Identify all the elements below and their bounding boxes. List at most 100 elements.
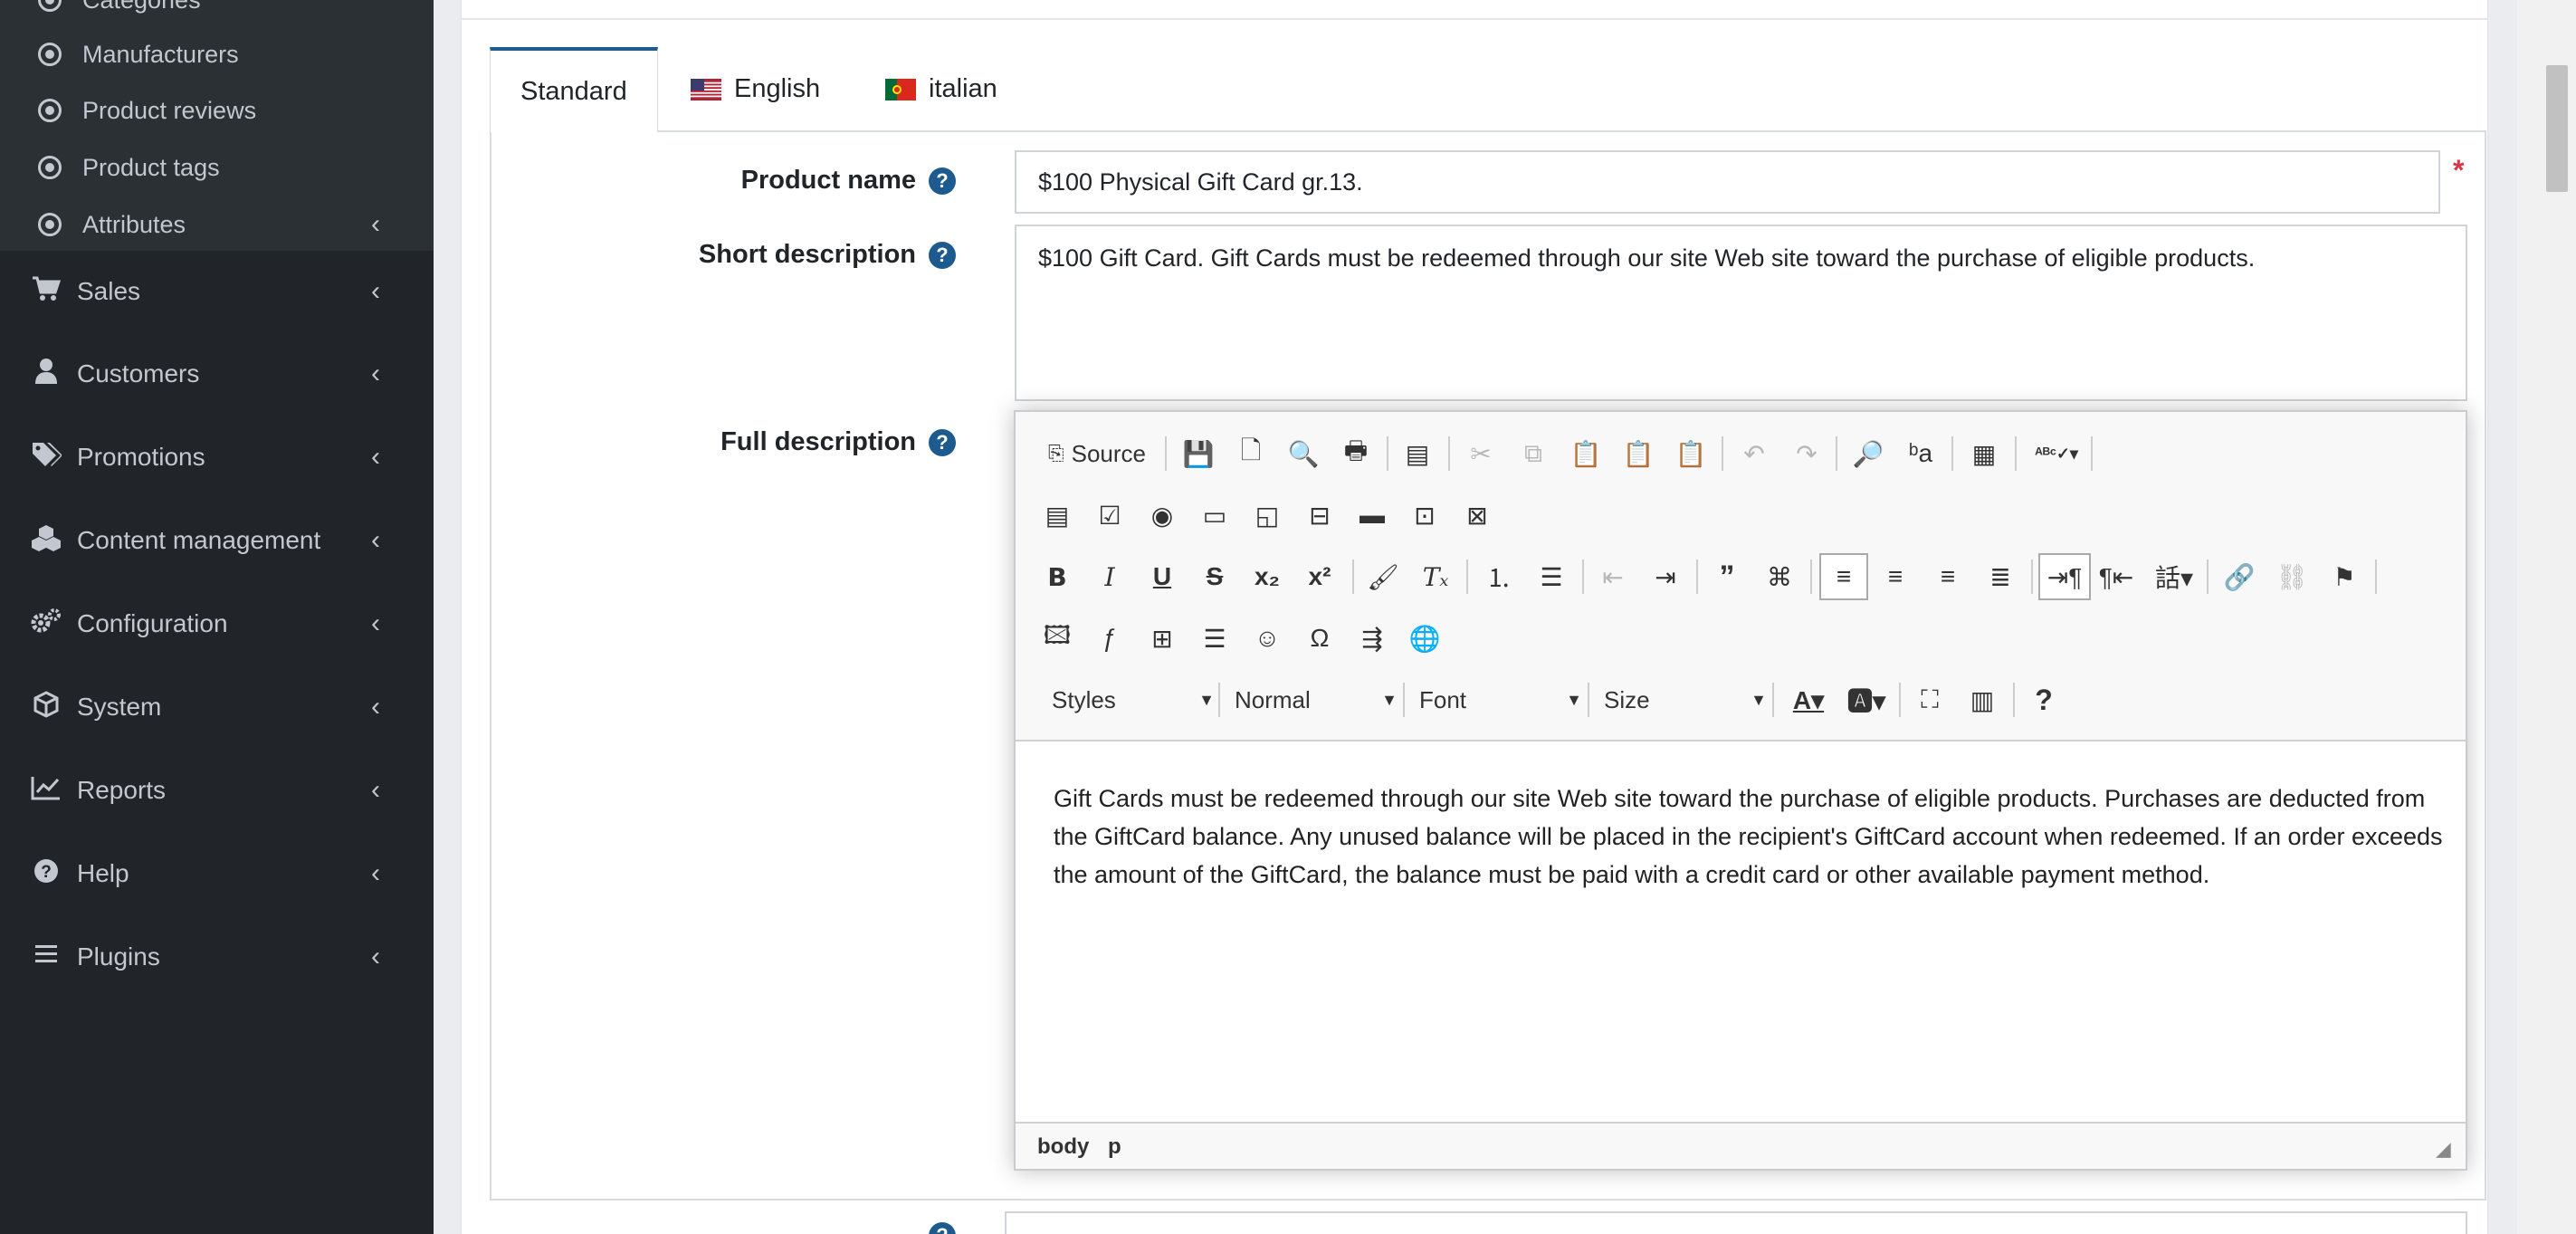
sidebar-item-label: Promotions [77,443,205,471]
hidden-field-icon[interactable]: ⊠ [1455,493,1499,537]
bulleted-list-icon[interactable]: ☰ [1530,555,1573,598]
background-color-icon[interactable]: 🅰▾ [1839,678,1894,722]
sidebar-item-customers[interactable]: Customers ‹ [0,333,434,415]
editor-content-area[interactable]: Gift Cards must be redeemed through our … [1016,741,2466,1122]
replace-icon[interactable]: ᵇa [1899,432,1942,475]
tab-english[interactable]: English [691,47,820,130]
templates-icon[interactable]: ▤ [1396,432,1439,475]
div-container-icon[interactable]: ⌘ [1758,555,1801,598]
short-description-textarea[interactable]: $100 Gift Card. Gift Cards must be redee… [1015,225,2467,401]
align-right-icon[interactable]: ≡ [1926,555,1970,598]
sidebar-item-sales[interactable]: Sales ‹ [0,251,434,332]
italic-icon[interactable]: I [1088,555,1131,598]
image-button-icon[interactable]: ⊡ [1403,493,1446,537]
language-icon[interactable]: 話▾ [2147,555,2201,598]
text-direction-rtl-icon[interactable]: ¶⇤ [2094,555,2138,598]
redo-icon[interactable]: ↷ [1785,432,1828,475]
undo-icon[interactable]: ↶ [1732,432,1776,475]
align-left-icon[interactable]: ≡ [1819,553,1868,600]
format-dropdown[interactable]: Normal ▼ [1235,678,1398,722]
button-field-icon[interactable]: ▬ [1350,493,1394,537]
table-icon[interactable]: ⊞ [1140,617,1184,660]
sidebar-item-system[interactable]: System ‹ [0,666,434,748]
sidebar-item-configuration[interactable]: Configuration ‹ [0,583,434,665]
select-all-icon[interactable]: ▦ [1962,432,2006,475]
tab-italian[interactable]: italian [885,47,997,130]
source-button[interactable]: ⎘ Source [1043,432,1151,475]
page-break-icon[interactable]: ⇶ [1350,617,1394,660]
subscript-icon[interactable]: x₂ [1245,555,1289,598]
help-icon[interactable]: ? [929,429,956,457]
show-blocks-icon[interactable]: ▥ [1961,678,2004,722]
text-color-icon[interactable]: A▾ [1781,678,1836,722]
find-icon[interactable]: 🔎 [1846,432,1890,475]
tab-standard[interactable]: Standard [490,47,658,132]
strikethrough-icon[interactable]: S [1193,555,1236,598]
toolbar-separator [2031,560,2033,594]
maximize-icon[interactable]: ⛶ [1908,678,1951,722]
size-dropdown[interactable]: Size ▼ [1604,678,1767,722]
path-body[interactable]: body [1037,1134,1089,1160]
special-char-icon[interactable]: Ω [1298,617,1341,660]
path-p[interactable]: p [1108,1134,1121,1160]
align-center-icon[interactable]: ≡ [1874,555,1917,598]
numbered-list-icon[interactable]: ⒈ [1477,555,1521,598]
bold-icon[interactable]: B [1035,555,1079,598]
cut-icon[interactable]: ✂ [1459,432,1503,475]
blockquote-icon[interactable]: ” [1705,555,1749,598]
sidebar-item-reports[interactable]: Reports ‹ [0,750,434,831]
checkbox-icon[interactable]: ☑ [1088,493,1131,537]
copy-format-icon[interactable]: 🖌 [1361,555,1405,598]
help-icon[interactable]: ? [929,167,956,196]
sidebar-item-plugins[interactable]: Plugins ‹ [0,916,434,998]
superscript-icon[interactable]: x² [1298,555,1341,598]
resize-handle-icon[interactable]: ◢ [2437,1138,2450,1161]
outdent-icon[interactable]: ⇤ [1591,555,1635,598]
horizontal-line-icon[interactable]: ☰ [1193,617,1236,660]
source-icon: ⎘ [1048,442,1064,464]
sidebar-item-promotions[interactable]: Promotions ‹ [0,416,434,498]
text-direction-ltr-icon[interactable]: ⇥¶ [2038,553,2091,600]
copy-icon[interactable]: ⧉ [1512,432,1555,475]
justify-icon[interactable]: ≣ [1979,555,2022,598]
iframe-icon[interactable]: 🌐 [1403,617,1446,660]
paste-word-icon[interactable]: 📋 [1669,432,1713,475]
print-icon[interactable]: 🖶 [1334,432,1378,475]
radio-icon[interactable]: ◉ [1140,493,1184,537]
about-icon[interactable]: ? [2022,678,2066,722]
spellcheck-icon[interactable]: ᴬᴮᶜ✓▾ [2027,432,2085,475]
save-icon[interactable]: 💾 [1177,432,1220,475]
sidebar-item-label: Customers [77,359,200,387]
sidebar-item-product-reviews[interactable]: Product reviews [0,83,434,138]
indent-icon[interactable]: ⇥ [1644,555,1687,598]
link-icon[interactable]: 🔗 [2218,555,2261,598]
next-field-input[interactable] [1005,1211,2467,1234]
sidebar-item-help[interactable]: ? Help ‹ [0,833,434,914]
new-page-icon[interactable]: 🗋 [1229,432,1273,475]
sidebar-item-manufacturers[interactable]: Manufacturers [0,27,434,81]
sidebar-item-content-management[interactable]: Content management ‹ [0,500,434,581]
select-field-icon[interactable]: ⊟ [1298,493,1341,537]
preview-icon[interactable]: 🔍 [1282,432,1325,475]
unlink-icon[interactable]: ⛓ [2270,555,2314,598]
paste-icon[interactable]: 📋 [1564,432,1608,475]
paste-text-icon[interactable]: 📋 [1617,432,1660,475]
smiley-icon[interactable]: ☺ [1245,617,1289,660]
underline-icon[interactable]: U [1140,555,1184,598]
help-icon[interactable]: ? [929,242,956,270]
styles-dropdown[interactable]: Styles ▼ [1052,678,1215,722]
sidebar-item-product-tags[interactable]: Product tags [0,140,434,195]
image-icon[interactable]: 🖾 [1035,617,1079,660]
sidebar-item-categories[interactable]: Categories [0,0,434,27]
form-icon[interactable]: ▤ [1035,493,1079,537]
scroll-thumb[interactable] [2546,65,2568,192]
product-name-input[interactable]: $100 Physical Gift Card gr.13. [1015,150,2440,214]
sidebar-item-attributes[interactable]: Attributes ‹ [0,197,434,252]
remove-format-icon[interactable]: Tₓ [1414,555,1457,598]
anchor-icon[interactable]: ⚑ [2323,555,2366,598]
page-scrollbar[interactable] [2517,0,2576,1234]
flash-icon[interactable]: ƒ [1088,617,1131,660]
textfield-icon[interactable]: ▭ [1193,493,1236,537]
textarea-icon[interactable]: ◱ [1245,493,1289,537]
font-dropdown[interactable]: Font ▼ [1419,678,1582,722]
